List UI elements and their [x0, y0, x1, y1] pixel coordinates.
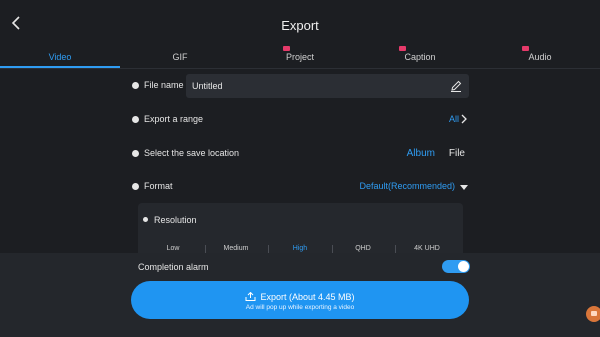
export-range-row[interactable]: Export a range All — [132, 108, 469, 132]
export-button-main: Export (About 4.45 MB) — [131, 292, 469, 302]
file-name-row: File name Untitled — [132, 74, 469, 98]
file-name-input[interactable]: Untitled — [186, 74, 469, 98]
tab-audio[interactable]: Audio — [515, 52, 565, 62]
bullet-icon — [132, 82, 139, 89]
divider — [332, 245, 333, 253]
tab-gif[interactable]: GIF — [160, 52, 200, 62]
toggle-knob — [458, 261, 469, 272]
completion-alarm-label: Completion alarm — [138, 262, 209, 272]
caret-down-icon — [460, 185, 468, 190]
tab-caption[interactable]: Caption — [395, 52, 445, 62]
divider — [395, 245, 396, 253]
export-button-label: Export (About 4.45 MB) — [260, 292, 355, 302]
resolution-option-medium[interactable]: Medium — [224, 245, 249, 252]
save-location-label: Select the save location — [144, 148, 240, 158]
bullet-icon — [132, 150, 139, 157]
bullet-icon — [143, 217, 148, 222]
header: Export — [0, 0, 600, 44]
export-button[interactable]: Export (About 4.45 MB) Ad will pop up wh… — [131, 281, 469, 319]
page-title: Export — [281, 18, 319, 33]
premium-crown-icon — [522, 46, 529, 51]
save-location-row: Select the save location Album File — [132, 142, 469, 166]
upload-icon — [245, 292, 256, 301]
resolution-option-high[interactable]: High — [293, 245, 307, 252]
tab-project[interactable]: Project — [275, 52, 325, 62]
tab-video[interactable]: Video — [40, 52, 80, 62]
file-name-label: File name — [144, 80, 184, 90]
divider — [205, 245, 206, 253]
resolution-label: Resolution — [154, 215, 197, 225]
export-button-sublabel: Ad will pop up while exporting a video — [245, 304, 355, 311]
export-range-value: All — [448, 114, 459, 124]
resolution-option-qhd[interactable]: QHD — [355, 245, 371, 252]
divider — [268, 245, 269, 253]
export-range-label: Export a range — [144, 114, 204, 124]
format-row[interactable]: Format Default(Recommended) — [132, 175, 469, 199]
bullet-icon — [132, 116, 139, 123]
file-name-value: Untitled — [192, 81, 223, 91]
format-value: Default(Recommended) — [359, 181, 455, 191]
save-location-file-option[interactable]: File — [449, 148, 465, 159]
completion-alarm-toggle[interactable] — [442, 260, 470, 273]
resolution-option-4k-uhd[interactable]: 4K UHD — [414, 245, 440, 252]
format-label: Format — [144, 181, 173, 191]
premium-crown-icon — [283, 46, 290, 51]
active-tab-indicator — [0, 66, 120, 68]
bullet-icon — [132, 183, 139, 190]
chevron-right-icon — [461, 114, 467, 124]
pencil-edit-icon[interactable] — [449, 79, 463, 93]
chat-bubble-icon[interactable] — [586, 306, 600, 322]
resolution-option-low[interactable]: Low — [167, 245, 180, 252]
save-location-album-option[interactable]: Album — [407, 148, 435, 159]
premium-crown-icon — [399, 46, 406, 51]
